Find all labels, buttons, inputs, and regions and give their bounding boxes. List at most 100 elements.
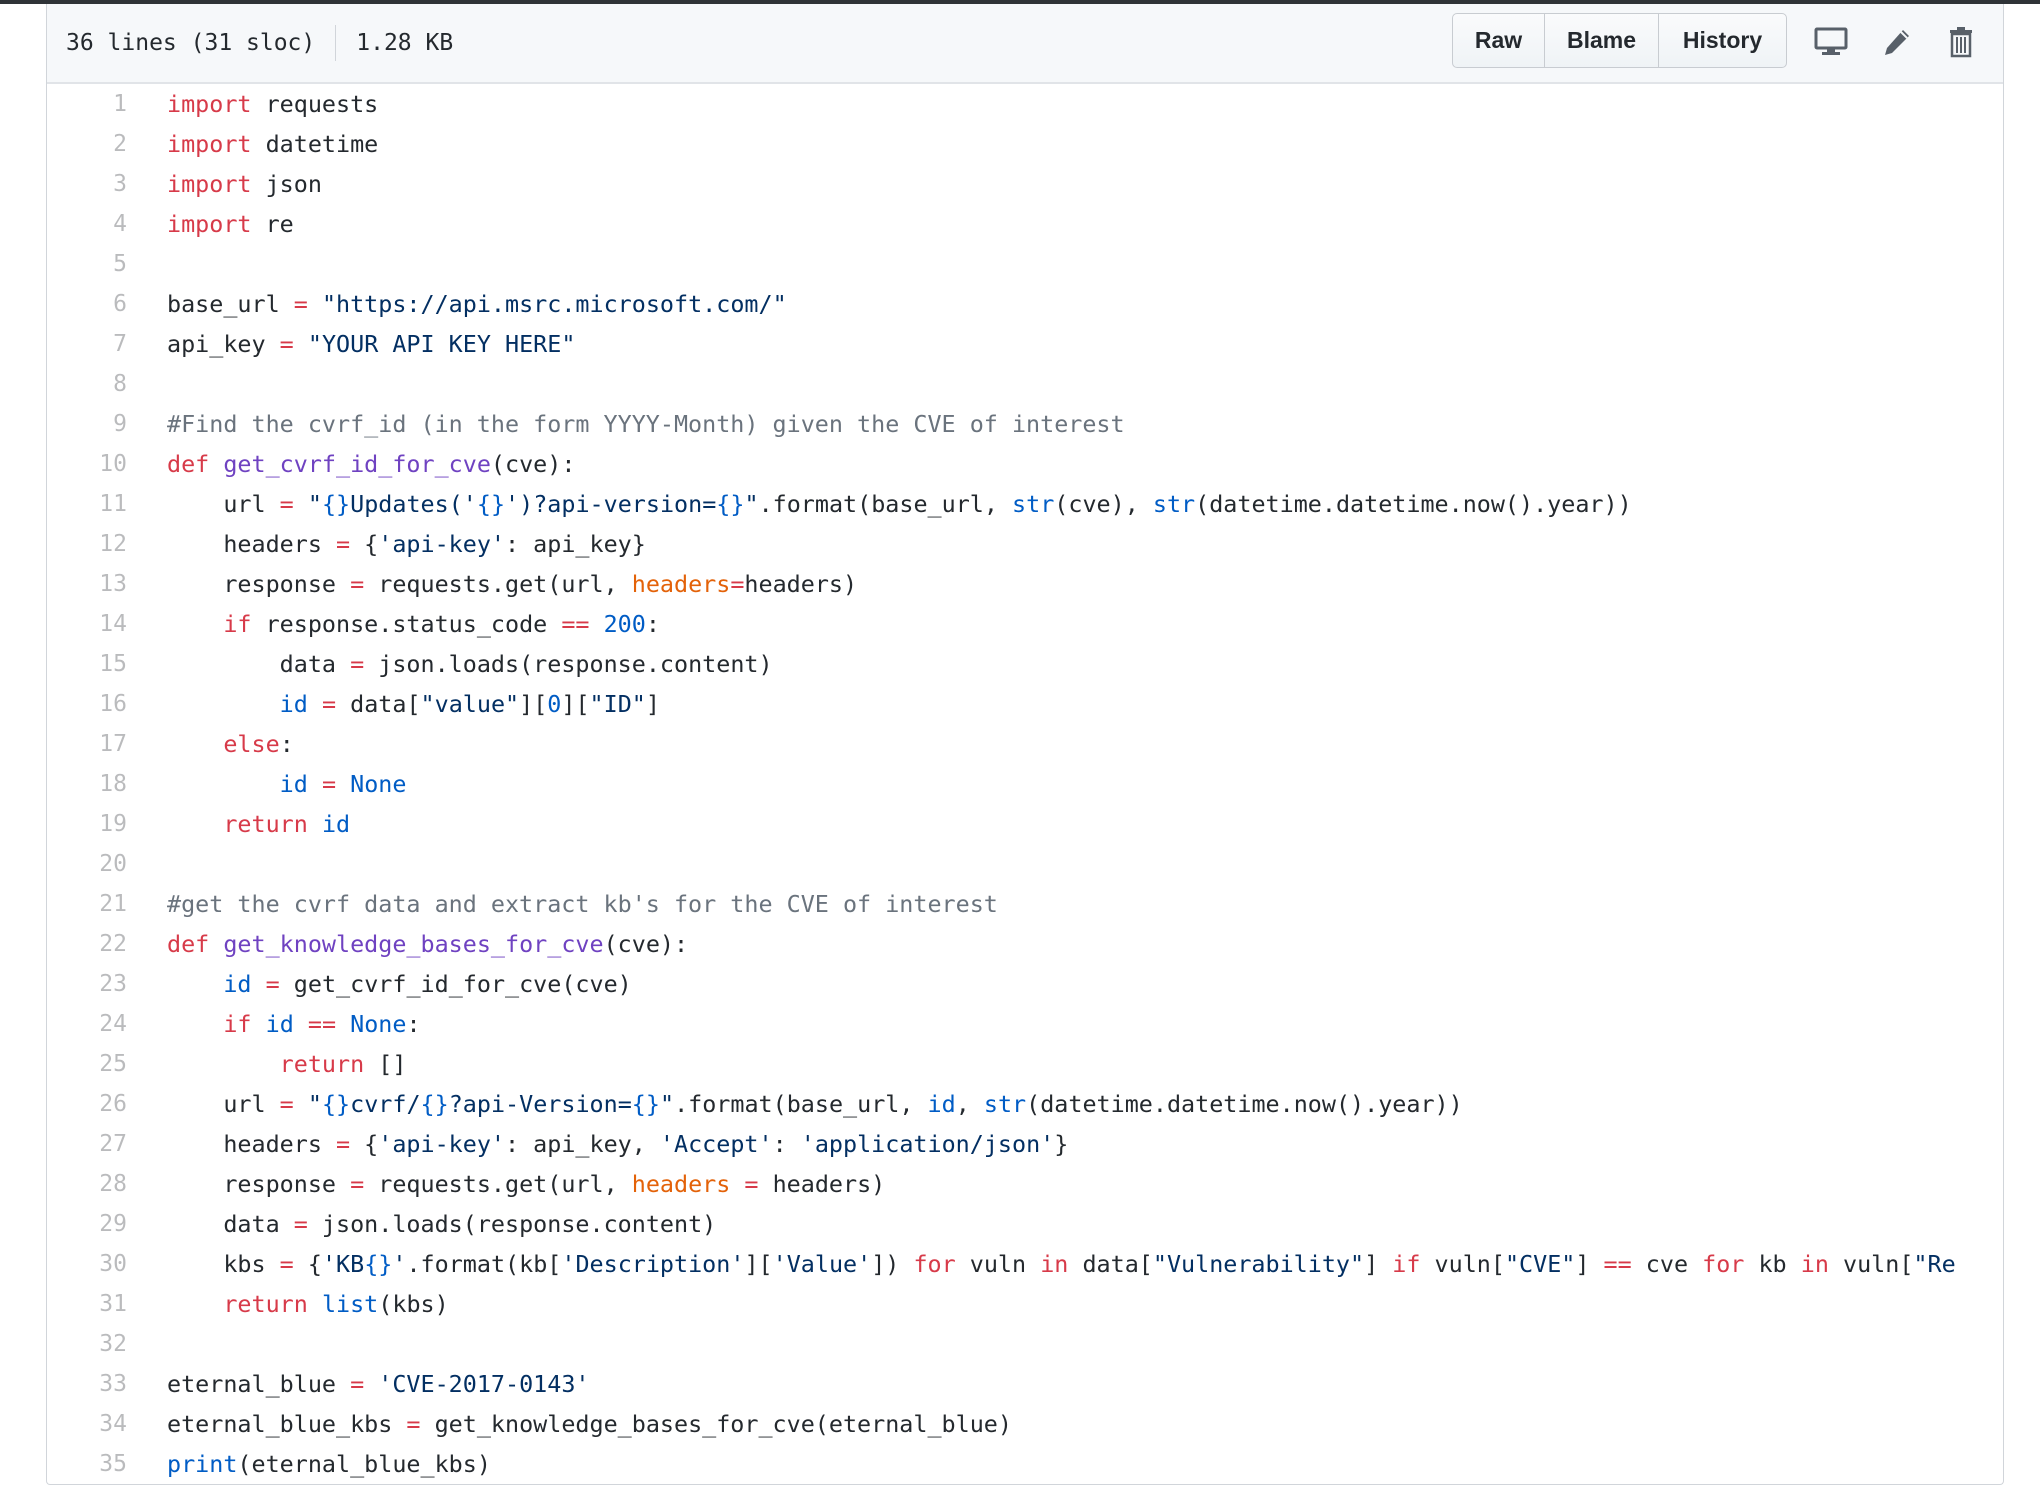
code-token: 'api-key' bbox=[378, 1130, 506, 1158]
code-text: if response.status_code == 200: bbox=[167, 610, 660, 638]
code-token: ] bbox=[645, 690, 660, 718]
line-number[interactable]: 32 bbox=[47, 1331, 127, 1357]
line-number[interactable]: 23 bbox=[47, 971, 127, 997]
line-number[interactable]: 30 bbox=[47, 1251, 127, 1277]
code-token: 'Accept' bbox=[659, 1130, 773, 1158]
line-number[interactable]: 27 bbox=[47, 1131, 127, 1157]
line-number[interactable]: 17 bbox=[47, 731, 127, 757]
code-line: 26 url = "{}cvrf/{}?api-Version={}".form… bbox=[47, 1084, 2003, 1124]
line-number[interactable]: 6 bbox=[47, 291, 127, 317]
code-token: = bbox=[279, 1250, 294, 1278]
file-header: 36 lines (31 sloc) 1.28 KB Raw Blame His… bbox=[47, 4, 2003, 84]
code-line: 6 base_url = "https://api.msrc.microsoft.… bbox=[47, 284, 2003, 324]
code-token: = bbox=[350, 1170, 365, 1198]
desktop-icon[interactable] bbox=[1813, 24, 1849, 60]
line-number[interactable]: 34 bbox=[47, 1411, 127, 1437]
code-token: json.loads(response.content) bbox=[307, 1210, 717, 1238]
line-number[interactable]: 8 bbox=[47, 371, 127, 397]
code-token: = bbox=[350, 650, 365, 678]
code-line: 33 eternal_blue = 'CVE-2017-0143' bbox=[47, 1364, 2003, 1404]
line-number[interactable]: 14 bbox=[47, 611, 127, 637]
line-number[interactable]: 18 bbox=[47, 771, 127, 797]
code-line: 9 #Find the cvrf_id (in the form YYYY-Mon… bbox=[47, 404, 2003, 444]
code-token: import bbox=[167, 170, 252, 198]
line-number[interactable]: 7 bbox=[47, 331, 127, 357]
pencil-icon[interactable] bbox=[1879, 24, 1915, 60]
code-line: 15 data = json.loads(response.content) bbox=[47, 644, 2003, 684]
code-token: cvrf/ bbox=[350, 1090, 421, 1118]
code-token: vuln[ bbox=[1828, 1250, 1914, 1278]
line-number[interactable]: 29 bbox=[47, 1211, 127, 1237]
blame-button[interactable]: Blame bbox=[1545, 14, 1659, 67]
code-token: [] bbox=[364, 1050, 407, 1078]
code-text: url = "{}Updates('{}')?api-version={}".f… bbox=[167, 490, 1631, 518]
line-number[interactable]: 2 bbox=[47, 131, 127, 157]
code-token: def bbox=[167, 930, 210, 958]
line-number[interactable]: 10 bbox=[47, 451, 127, 477]
line-number[interactable]: 24 bbox=[47, 1011, 127, 1037]
code-token: {} bbox=[321, 1090, 351, 1118]
line-number[interactable]: 12 bbox=[47, 531, 127, 557]
code-token: = bbox=[336, 530, 351, 558]
code-token: = bbox=[406, 1410, 421, 1438]
code-token: {} bbox=[476, 490, 506, 518]
code-token: { bbox=[293, 1250, 322, 1278]
code-line: 18 id = None bbox=[47, 764, 2003, 804]
code-token: = bbox=[321, 770, 337, 798]
code-token: (cve): bbox=[490, 450, 576, 478]
code-line: 1 import requests bbox=[47, 84, 2003, 124]
code-line: 16 id = data["value"][0]["ID"] bbox=[47, 684, 2003, 724]
code-token: : bbox=[645, 610, 660, 638]
line-number[interactable]: 4 bbox=[47, 211, 127, 237]
code-token: "value" bbox=[420, 690, 520, 718]
code-token: {} bbox=[420, 1090, 449, 1118]
line-number[interactable]: 1 bbox=[47, 91, 127, 117]
code-token: ]) bbox=[871, 1250, 914, 1278]
line-number[interactable]: 20 bbox=[47, 851, 127, 877]
code-token: if bbox=[1392, 1250, 1421, 1278]
line-number[interactable]: 21 bbox=[47, 891, 127, 917]
code-text: api_key = "YOUR API KEY HERE" bbox=[167, 330, 575, 358]
line-number[interactable]: 13 bbox=[47, 571, 127, 597]
code-token: requests.get(url, bbox=[364, 570, 632, 598]
line-number[interactable]: 3 bbox=[47, 171, 127, 197]
code-text: id = get_cvrf_id_for_cve(cve) bbox=[167, 970, 631, 998]
line-number[interactable]: 16 bbox=[47, 691, 127, 717]
history-button[interactable]: History bbox=[1659, 14, 1786, 67]
line-number[interactable]: 31 bbox=[47, 1291, 127, 1317]
code-token: None bbox=[350, 770, 407, 798]
line-number[interactable]: 5 bbox=[47, 251, 127, 277]
line-number[interactable]: 11 bbox=[47, 491, 127, 517]
code-token: import bbox=[167, 210, 252, 238]
line-number[interactable]: 9 bbox=[47, 411, 127, 437]
line-number[interactable]: 19 bbox=[47, 811, 127, 837]
code-text: data = json.loads(response.content) bbox=[167, 1210, 716, 1238]
code-token: base_url bbox=[167, 290, 294, 318]
code-token: get_knowledge_bases_for_cve(eternal_blue… bbox=[420, 1410, 1012, 1438]
line-number[interactable]: 33 bbox=[47, 1371, 127, 1397]
code-token: 'Value' bbox=[772, 1250, 872, 1278]
line-number[interactable]: 28 bbox=[47, 1171, 127, 1197]
trash-icon[interactable] bbox=[1943, 24, 1979, 60]
code-token: ] bbox=[1575, 1250, 1604, 1278]
raw-button[interactable]: Raw bbox=[1453, 14, 1545, 67]
code-token: get_cvrf_id_for_cve bbox=[223, 450, 491, 478]
code-text: return [] bbox=[167, 1050, 407, 1078]
line-number[interactable]: 15 bbox=[47, 651, 127, 677]
line-number[interactable]: 26 bbox=[47, 1091, 127, 1117]
code-token: } bbox=[1054, 1130, 1069, 1158]
code-token: str bbox=[1152, 490, 1196, 518]
code-token: : api_key} bbox=[505, 530, 646, 558]
line-number[interactable]: 22 bbox=[47, 931, 127, 957]
code-token: ' bbox=[392, 1250, 407, 1278]
code-token: " bbox=[307, 490, 322, 518]
line-number[interactable]: 35 bbox=[47, 1451, 127, 1477]
code-token: .format(kb[ bbox=[406, 1250, 562, 1278]
line-number[interactable]: 25 bbox=[47, 1051, 127, 1077]
